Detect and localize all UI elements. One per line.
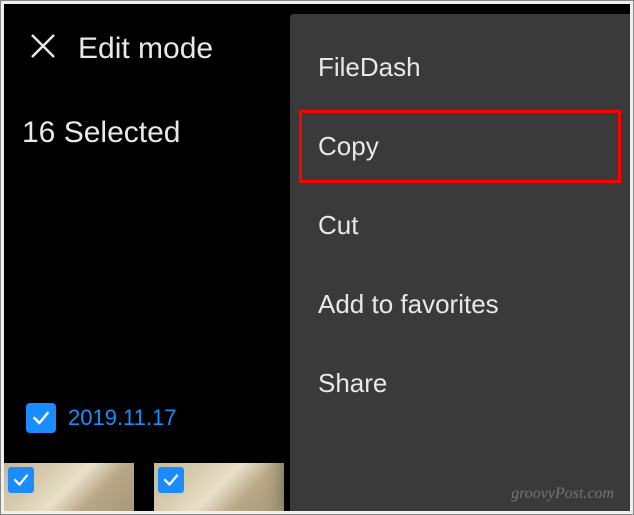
date-checkbox[interactable]: [26, 403, 56, 433]
context-menu: FileDash Copy Cut Add to favorites Share: [290, 14, 630, 511]
watermark: groovyPost.com: [511, 485, 614, 503]
date-label: 2019.11.17: [68, 405, 176, 431]
thumbnail-checkbox[interactable]: [8, 467, 34, 493]
menu-item-share[interactable]: Share: [290, 344, 630, 423]
thumbnail[interactable]: [4, 463, 134, 511]
menu-item-copy[interactable]: Copy: [296, 107, 624, 186]
close-icon[interactable]: [30, 33, 56, 65]
menu-item-cut[interactable]: Cut: [290, 186, 630, 265]
date-group-row[interactable]: 2019.11.17: [26, 403, 176, 433]
page-title: Edit mode: [78, 32, 213, 66]
menu-item-add-to-favorites[interactable]: Add to favorites: [290, 265, 630, 344]
menu-item-filedash[interactable]: FileDash: [290, 28, 630, 107]
thumbnail[interactable]: [154, 463, 284, 511]
thumbnail-checkbox[interactable]: [158, 467, 184, 493]
app-screen: Edit mode 16 Selected 2019.11.17: [4, 4, 630, 511]
thumbnail-strip: [4, 463, 284, 511]
